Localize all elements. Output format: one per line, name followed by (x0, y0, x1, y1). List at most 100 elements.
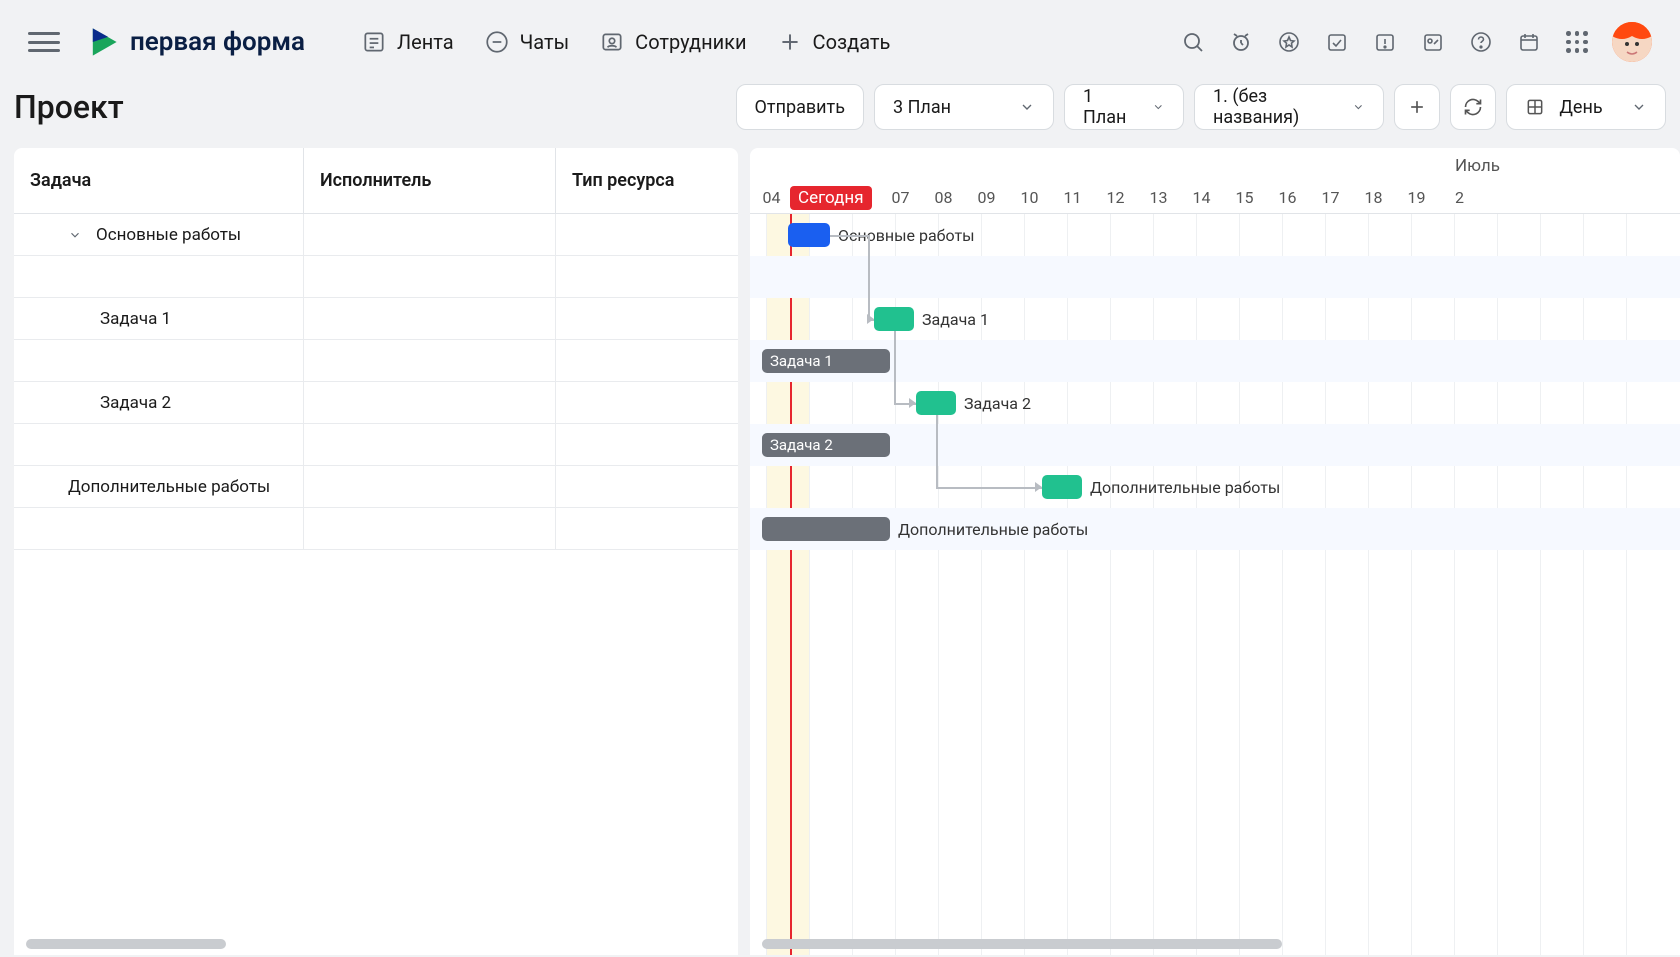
table-row[interactable] (14, 508, 738, 550)
send-label: Отправить (755, 97, 845, 118)
nav-chats[interactable]: Чаты (484, 29, 570, 55)
nav-employees-label: Сотрудники (635, 30, 746, 54)
gantt-bar[interactable] (788, 223, 830, 247)
left-horizontal-scrollbar[interactable] (26, 939, 226, 949)
task-cell: Основные работы (14, 214, 304, 255)
assignee-cell (304, 298, 556, 339)
top-right-icons (1180, 22, 1652, 62)
main-split: Задача Исполнитель Тип ресурса Основные … (0, 148, 1680, 955)
gantt-day: 04 (750, 188, 793, 207)
col-header-task[interactable]: Задача (14, 148, 304, 213)
gantt-bar[interactable]: Задача 1 (762, 349, 890, 373)
task-grid-panel: Задача Исполнитель Тип ресурса Основные … (14, 148, 738, 955)
assignee-cell (304, 382, 556, 423)
apps-icon[interactable] (1564, 29, 1590, 55)
chevron-down-icon (1019, 99, 1035, 115)
gantt-day: 15 (1223, 188, 1266, 207)
res-type-cell (556, 340, 738, 381)
grid-icon (1525, 97, 1545, 117)
nav-feed-label: Лента (397, 30, 454, 54)
gantt-day: 07 (879, 188, 922, 207)
alert-calendar-icon[interactable] (1372, 29, 1398, 55)
assignee-cell (304, 214, 556, 255)
task-cell: Дополнительные работы (14, 466, 304, 507)
scale-label: День (1559, 97, 1602, 118)
search-icon[interactable] (1180, 29, 1206, 55)
nav-create[interactable]: Создать (777, 29, 891, 55)
brand-logo[interactable]: первая форма (86, 25, 305, 59)
top-bar: первая форма Лента Чаты Сотрудники Созда… (0, 0, 1680, 84)
grid-body: Основные работы Задача 1 Задача 2 Дополните… (14, 214, 738, 550)
plus-icon (777, 29, 803, 55)
nav-create-label: Создать (813, 30, 891, 54)
chevron-down-icon (1631, 99, 1647, 115)
filter-2-label: 1 План (1083, 86, 1128, 128)
task-label: Задача 2 (100, 393, 171, 413)
col-header-assignee[interactable]: Исполнитель (304, 148, 556, 213)
gantt-bar[interactable] (1042, 475, 1082, 499)
gantt-day: 13 (1137, 188, 1180, 207)
nav-feed[interactable]: Лента (361, 29, 454, 55)
gantt-month-label: Июль (1455, 156, 1500, 176)
table-row[interactable]: Основные работы (14, 214, 738, 256)
gantt-day: 12 (1094, 188, 1137, 207)
chevron-down-icon (1152, 99, 1165, 115)
chevron-down-icon[interactable] (68, 228, 82, 242)
task-cell (14, 340, 304, 381)
gantt-bar[interactable] (762, 517, 890, 541)
res-type-cell (556, 298, 738, 339)
gantt-bar-label: Дополнительные работы (898, 520, 1088, 539)
assignee-cell (304, 424, 556, 465)
filter-3-select[interactable]: 1. (без названия) (1194, 84, 1384, 130)
gantt-bar[interactable] (916, 391, 956, 415)
calendar-icon[interactable] (1516, 29, 1542, 55)
res-type-cell (556, 214, 738, 255)
menu-toggle[interactable] (28, 30, 60, 54)
gantt-bar-label: Задача 2 (964, 394, 1031, 413)
brand-name: первая форма (130, 27, 305, 57)
alarm-icon[interactable] (1228, 29, 1254, 55)
table-row[interactable] (14, 256, 738, 298)
gantt-day: 19 (1395, 188, 1438, 207)
res-type-cell (556, 256, 738, 297)
gantt-day: 2 (1438, 188, 1481, 207)
report-icon[interactable] (1420, 29, 1446, 55)
table-row[interactable]: Дополнительные работы (14, 466, 738, 508)
send-button[interactable]: Отправить (736, 84, 864, 130)
task-label: Задача 1 (100, 309, 171, 329)
nav-employees[interactable]: Сотрудники (599, 29, 746, 55)
table-row[interactable] (14, 340, 738, 382)
table-row[interactable]: Задача 2 (14, 382, 738, 424)
star-icon[interactable] (1276, 29, 1302, 55)
add-button[interactable] (1394, 84, 1440, 130)
help-icon[interactable] (1468, 29, 1494, 55)
plus-icon (1407, 97, 1427, 117)
task-label: Дополнительные работы (68, 477, 270, 497)
scale-select[interactable]: День (1506, 84, 1666, 130)
grid-header: Задача Исполнитель Тип ресурса (14, 148, 738, 214)
table-row[interactable]: Задача 1 (14, 298, 738, 340)
refresh-icon (1463, 97, 1483, 117)
gantt-day: 11 (1051, 188, 1094, 207)
filter-1-select[interactable]: 3 План (874, 84, 1054, 130)
col-header-res-type[interactable]: Тип ресурса (556, 148, 738, 213)
refresh-button[interactable] (1450, 84, 1496, 130)
chat-icon (484, 29, 510, 55)
res-type-cell (556, 424, 738, 465)
user-avatar[interactable] (1612, 22, 1652, 62)
gantt-day: 10 (1008, 188, 1051, 207)
assignee-cell (304, 508, 556, 549)
gantt-body[interactable]: Основные работыЗадача 1Задача 1Задача 2З… (750, 214, 1680, 955)
filter-2-select[interactable]: 1 План (1064, 84, 1184, 130)
check-calendar-icon[interactable] (1324, 29, 1350, 55)
gantt-bar[interactable] (874, 307, 914, 331)
gantt-header: Июль 0406070809101112131415161718192 Сег… (750, 148, 1680, 214)
logo-icon (86, 25, 120, 59)
today-badge[interactable]: Сегодня (790, 186, 872, 210)
top-nav: Лента Чаты Сотрудники Создать (361, 29, 890, 55)
gantt-bar[interactable]: Задача 2 (762, 433, 890, 457)
table-row[interactable] (14, 424, 738, 466)
right-horizontal-scrollbar[interactable] (762, 939, 1282, 949)
employees-icon (599, 29, 625, 55)
task-cell: Задача 1 (14, 298, 304, 339)
